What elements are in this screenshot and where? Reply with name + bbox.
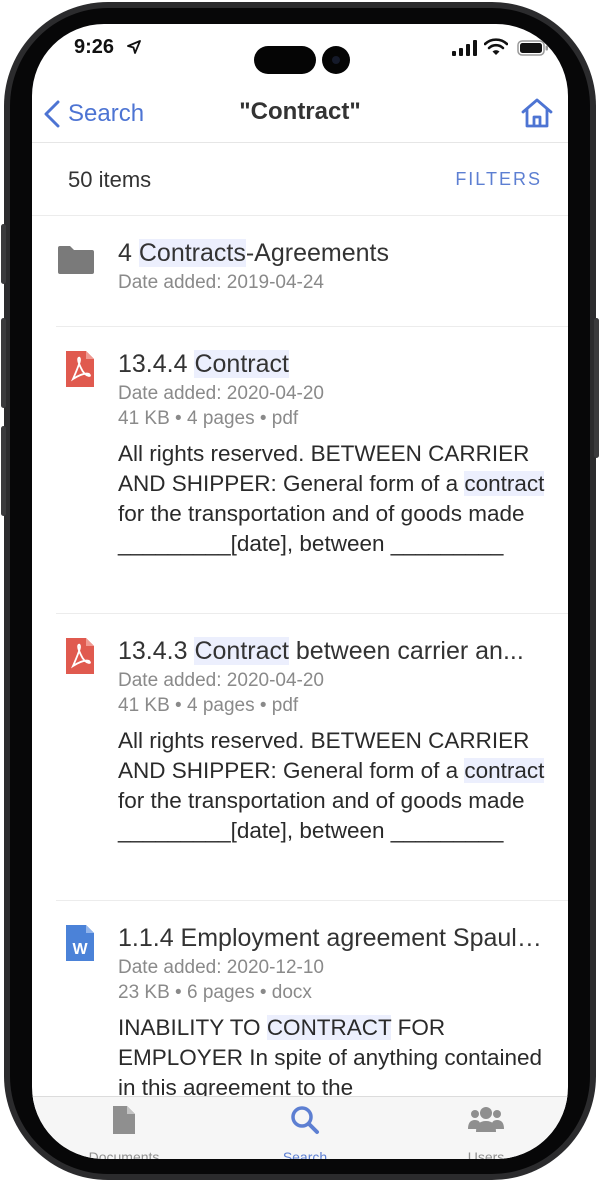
users-icon [468, 1107, 504, 1132]
list-item[interactable]: 4 Contracts-Agreements Date added: 2019-… [56, 216, 568, 327]
list-item[interactable]: 13.4.3 Contract between carrier an... Da… [56, 614, 568, 901]
pdf-file-icon [66, 638, 94, 674]
page-title: "Contract" [239, 98, 361, 125]
item-date: Date added: 2020-04-20 [118, 383, 324, 404]
item-title-text: -Agreements [245, 239, 389, 267]
item-title-highlight: Contract [194, 350, 289, 378]
front-camera [322, 46, 350, 74]
item-title-text: between carrier an... [288, 637, 524, 665]
wifi-icon [484, 38, 508, 55]
item-body: 13.4.4 Contract Date added: 2020-04-20 4… [118, 347, 548, 559]
tab-documents[interactable]: Documents [64, 1105, 184, 1159]
results-header: 50 items FILTERS [32, 143, 568, 216]
item-date: Date added: 2020-12-10 [118, 957, 324, 978]
snippet-text: INABILITY TO [118, 1015, 267, 1040]
volume-up-button [1, 318, 6, 408]
item-body: 13.4.3 Contract between carrier an... Da… [118, 634, 548, 846]
item-file-info: 41 KB • 4 pages • pdf [118, 695, 299, 716]
item-title: 13.4.4 Contract [118, 347, 548, 381]
tab-users-label: Users [467, 1149, 505, 1159]
cellular-signal-icon [452, 40, 477, 56]
tab-users[interactable]: Users [426, 1105, 546, 1159]
item-file-info: 41 KB • 4 pages • pdf [118, 408, 299, 429]
item-body: 4 Contracts-Agreements Date added: 2019-… [118, 236, 548, 295]
home-icon[interactable] [520, 96, 554, 130]
snippet-highlight: CONTRACT [266, 1015, 392, 1040]
search-icon [291, 1106, 319, 1134]
item-title: 1.1.4 Employment agreement Spaulding [118, 921, 548, 955]
item-title: 4 Contracts-Agreements [118, 236, 548, 270]
item-title-highlight: Contract [194, 637, 289, 665]
item-body: 1.1.4 Employment agreement Spaulding Dat… [118, 921, 548, 1103]
item-title-highlight: Contracts [138, 239, 246, 267]
item-title: 13.4.3 Contract between carrier an... [118, 634, 548, 668]
folder-icon [58, 246, 94, 274]
app-screen: 9:26 Search "Contract" 50 items FILTERS … [32, 24, 568, 1159]
item-snippet: INABILITY TO CONTRACT FOR EMPLOYER In sp… [118, 1013, 548, 1103]
snippet-highlight: contract [464, 758, 545, 783]
item-date: Date added: 2020-04-20 [118, 670, 324, 691]
item-title-text: 13.4.4 [118, 350, 195, 378]
status-bar: 9:26 [32, 24, 568, 74]
volume-down-button [1, 426, 6, 516]
svg-text:W: W [72, 941, 88, 958]
item-title-text: 1.1.4 Employment agreement Spaulding [118, 924, 548, 952]
snippet-text: for the transportation and of goods made… [118, 501, 525, 556]
item-date: Date added: 2019-04-24 [118, 272, 324, 293]
snippet-text: for the transportation and of goods made… [118, 788, 525, 843]
navigation-bar: Search "Contract" [32, 86, 568, 143]
snippet-highlight: contract [464, 471, 545, 496]
list-item[interactable]: 13.4.4 Contract Date added: 2020-04-20 4… [56, 327, 568, 614]
item-title-text: 13.4.3 [118, 637, 195, 665]
item-title-text: 4 [118, 239, 139, 267]
tab-search[interactable]: Search [245, 1105, 365, 1159]
tab-documents-label: Documents [88, 1149, 160, 1159]
word-document-icon: W [66, 925, 94, 961]
tab-bar: Documents Search Users [32, 1096, 568, 1159]
tab-search-label: Search [282, 1149, 328, 1159]
filters-button[interactable]: FILTERS [455, 169, 542, 190]
status-time: 9:26 [74, 36, 115, 58]
item-snippet: All rights reserved. BETWEEN CARRIER AND… [118, 726, 548, 846]
document-icon [113, 1106, 135, 1134]
item-file-info: 23 KB • 6 pages • docx [118, 982, 312, 1003]
results-count: 50 items [68, 167, 152, 192]
pdf-file-icon [66, 351, 94, 387]
location-arrow-icon [127, 40, 141, 54]
mute-switch [1, 224, 6, 284]
battery-icon [517, 40, 548, 56]
power-button [594, 318, 599, 458]
item-snippet: All rights reserved. BETWEEN CARRIER AND… [118, 439, 548, 559]
dynamic-island [254, 46, 316, 74]
